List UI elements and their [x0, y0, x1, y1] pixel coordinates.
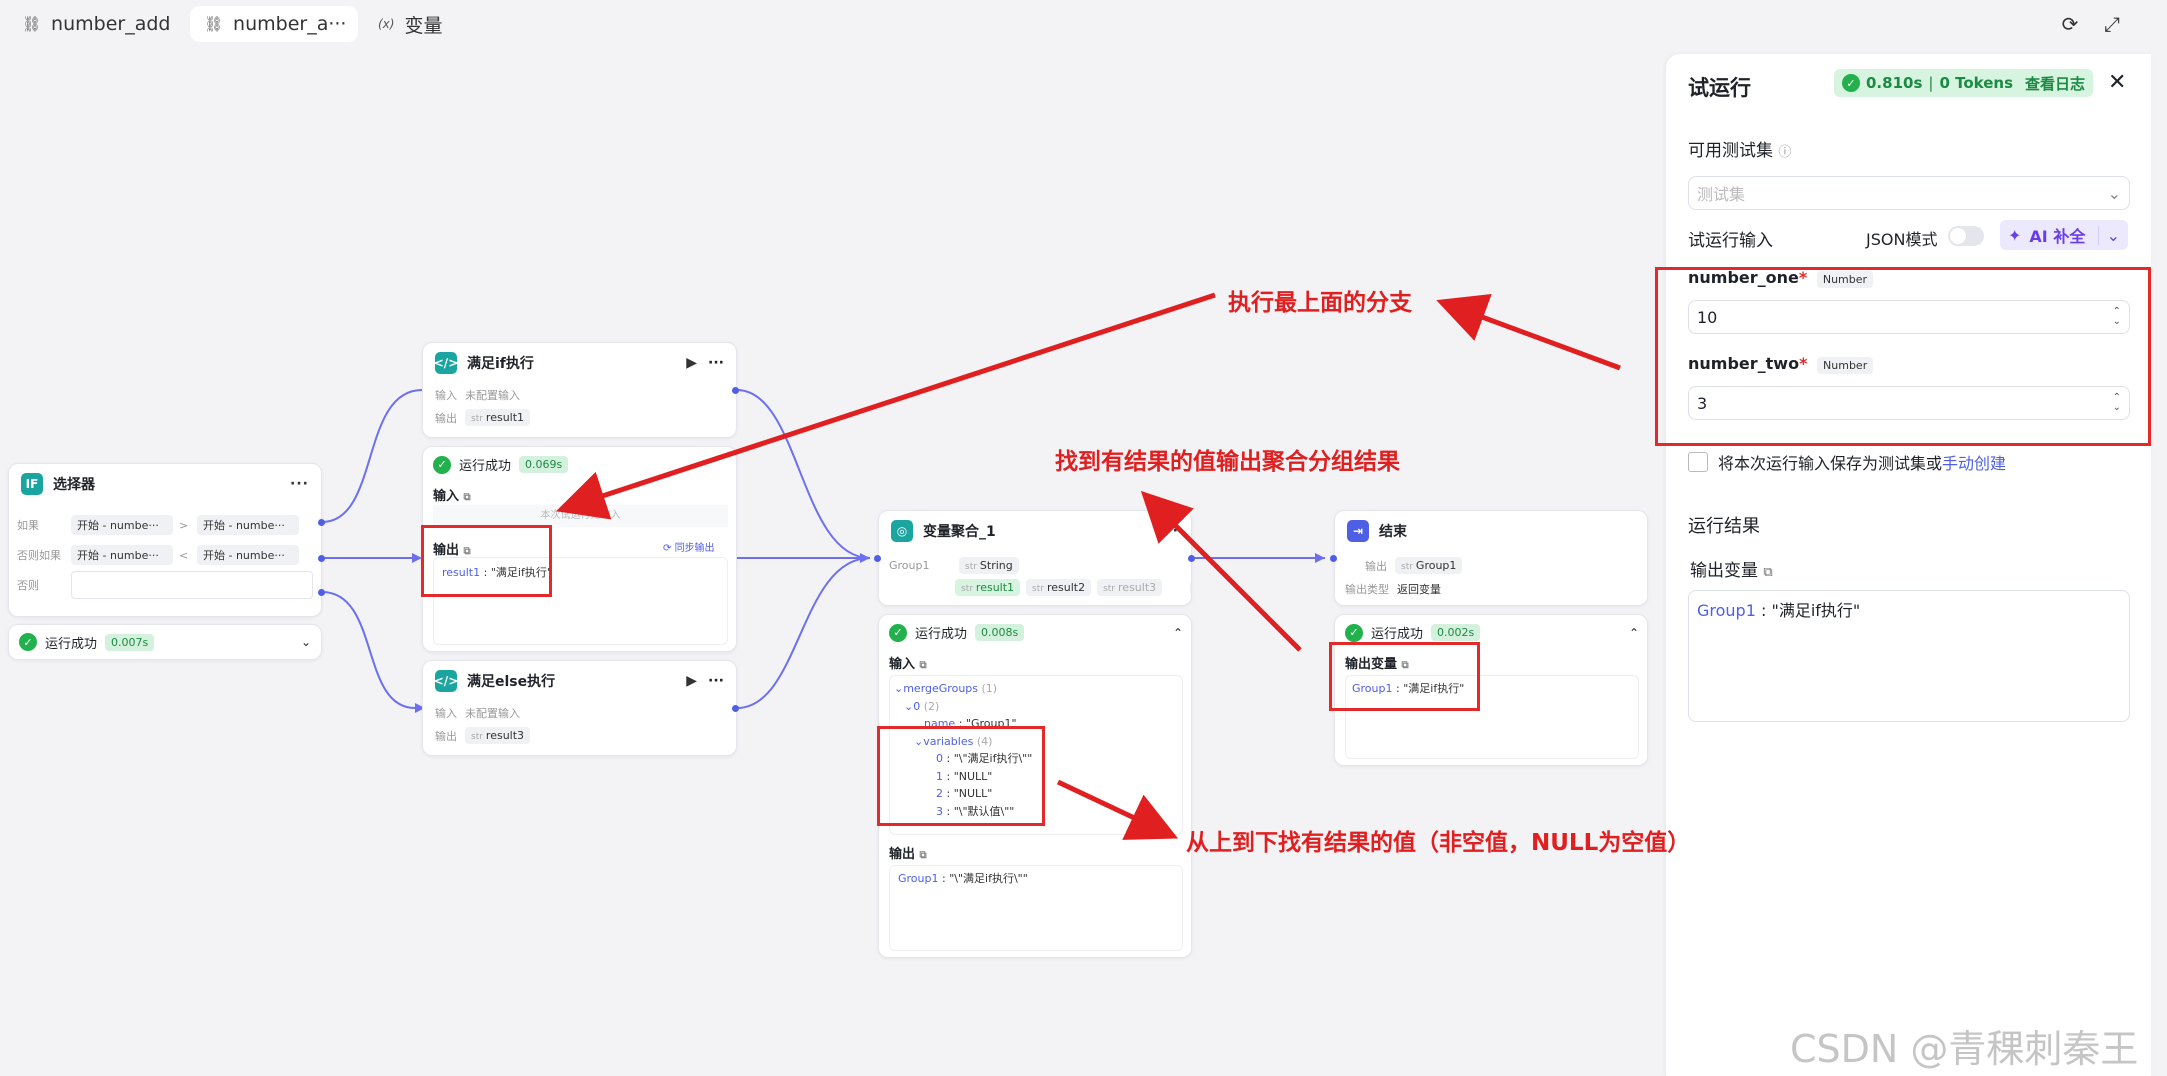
watermark: CSDN @青稞刺秦王 [1790, 1027, 2139, 1071]
annotation-text: 找到有结果的值输出聚合分组结果 [1055, 449, 1400, 475]
annotation-arrows [555, 292, 1621, 840]
annotation-text: 执行最上面的分支 [1228, 290, 1412, 316]
annotation-text: 从上到下找有结果的值（非空值，NULL为空值） [1186, 830, 1691, 856]
